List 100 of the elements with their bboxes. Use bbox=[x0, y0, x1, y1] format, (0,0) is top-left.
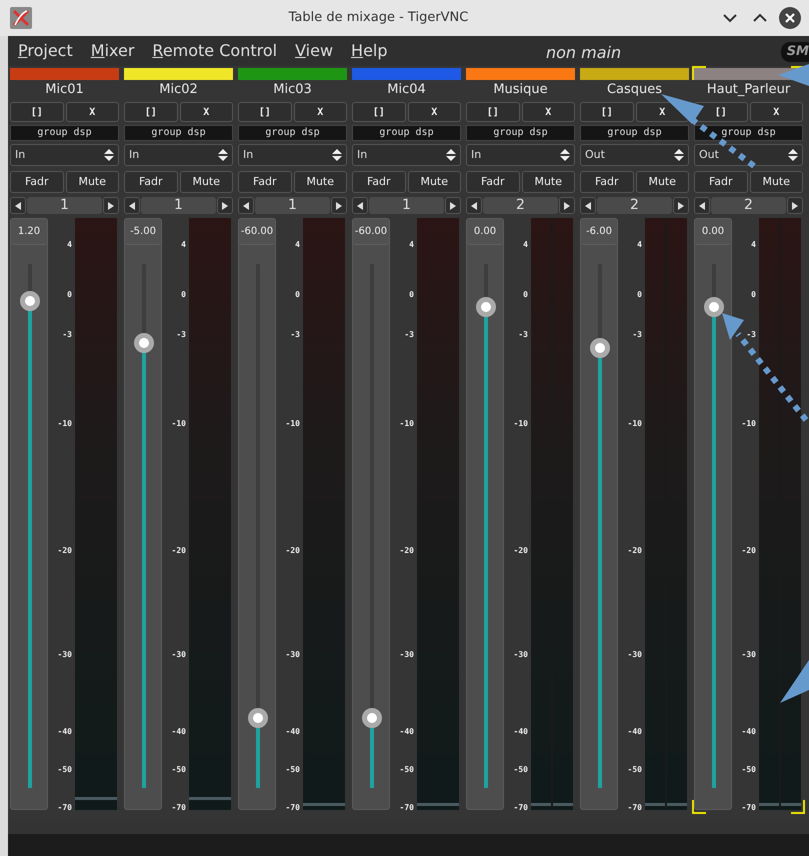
group-label: group dsp bbox=[10, 125, 119, 141]
fader[interactable]: -6.00 bbox=[580, 218, 618, 810]
fader[interactable]: -60.00 bbox=[238, 218, 276, 810]
strip-button[interactable]: [] bbox=[694, 102, 748, 122]
page-value[interactable]: 1 bbox=[27, 197, 102, 214]
strip-name: Mic04 bbox=[386, 81, 427, 99]
fader-knob[interactable] bbox=[704, 296, 724, 317]
page-value[interactable]: 2 bbox=[483, 197, 558, 214]
fader[interactable]: 0.00 bbox=[466, 218, 504, 810]
logo: SM bbox=[780, 42, 809, 62]
fader-knob[interactable] bbox=[134, 332, 154, 353]
strip-button[interactable]: X bbox=[294, 102, 347, 122]
strip-button[interactable]: [] bbox=[466, 102, 520, 122]
menu-item[interactable]: Help bbox=[351, 39, 388, 63]
next-button[interactable] bbox=[103, 197, 119, 214]
fader[interactable]: -5.00 bbox=[124, 218, 162, 810]
previous-button[interactable] bbox=[352, 197, 368, 214]
scale-label: 4 bbox=[181, 239, 186, 251]
mode-select[interactable]: In bbox=[352, 144, 461, 166]
page-value[interactable]: 1 bbox=[255, 197, 330, 214]
strip-button[interactable]: Mute bbox=[180, 171, 233, 193]
fader-knob[interactable] bbox=[248, 708, 268, 728]
strip-button[interactable]: Mute bbox=[408, 171, 461, 193]
previous-button[interactable] bbox=[10, 197, 26, 214]
fader-knob[interactable] bbox=[476, 296, 496, 317]
menu-item[interactable]: Mixer bbox=[90, 39, 134, 63]
next-button[interactable] bbox=[331, 197, 347, 214]
previous-button[interactable] bbox=[466, 197, 482, 214]
strip-button[interactable]: X bbox=[180, 102, 233, 122]
next-button[interactable] bbox=[445, 197, 461, 214]
window-title: Table de mixage - TigerVNC bbox=[288, 9, 470, 28]
mode-select[interactable]: In bbox=[238, 144, 347, 166]
strip-button[interactable]: Fadr bbox=[10, 171, 64, 193]
menu-item[interactable]: View bbox=[295, 39, 334, 63]
mode-select[interactable]: Out bbox=[694, 144, 803, 166]
mode-select[interactable]: In bbox=[124, 144, 233, 166]
fader[interactable]: 0.00 bbox=[694, 218, 732, 810]
previous-button[interactable] bbox=[694, 197, 710, 214]
mode-select[interactable]: Out bbox=[580, 144, 689, 166]
page-value[interactable]: 2 bbox=[597, 197, 672, 214]
scale-label: -3 bbox=[404, 329, 414, 341]
next-button[interactable] bbox=[217, 197, 233, 214]
close-icon[interactable] bbox=[779, 7, 801, 29]
scale-label: -3 bbox=[746, 329, 756, 341]
next-button[interactable] bbox=[559, 197, 575, 214]
previous-button[interactable] bbox=[124, 197, 140, 214]
scale-label: -50 bbox=[58, 764, 72, 776]
strip-button[interactable]: [] bbox=[580, 102, 634, 122]
scale-label: -10 bbox=[172, 418, 186, 430]
mode-select[interactable]: In bbox=[10, 144, 119, 166]
previous-button[interactable] bbox=[238, 197, 254, 214]
menu-item[interactable]: Project bbox=[18, 39, 73, 63]
strip-button[interactable]: [] bbox=[10, 102, 64, 122]
next-button[interactable] bbox=[673, 197, 689, 214]
page-value[interactable]: 2 bbox=[711, 197, 786, 214]
strip-button[interactable]: X bbox=[750, 102, 803, 122]
right-arrow-icon bbox=[792, 202, 798, 210]
strip-button[interactable]: X bbox=[408, 102, 461, 122]
page-value[interactable]: 1 bbox=[369, 197, 444, 214]
fader[interactable]: -60.00 bbox=[352, 218, 390, 810]
group-label: group dsp bbox=[124, 125, 233, 141]
strip-button[interactable]: [] bbox=[352, 102, 406, 122]
strip-button[interactable]: Fadr bbox=[352, 171, 406, 193]
fader-knob[interactable] bbox=[590, 338, 610, 358]
strip-button[interactable]: Mute bbox=[66, 171, 119, 193]
page-value[interactable]: 1 bbox=[141, 197, 216, 214]
scale-label: -50 bbox=[514, 764, 528, 776]
scale-label: -70 bbox=[58, 802, 72, 814]
next-button[interactable] bbox=[787, 197, 803, 214]
strip-button[interactable]: Mute bbox=[636, 171, 689, 193]
previous-button[interactable] bbox=[580, 197, 596, 214]
strip-button[interactable]: Fadr bbox=[466, 171, 520, 193]
right-arrow-icon bbox=[108, 202, 114, 210]
group-label: group dsp bbox=[238, 125, 347, 141]
scale-label: -20 bbox=[400, 545, 414, 557]
strip-button[interactable]: Fadr bbox=[124, 171, 178, 193]
fader[interactable]: 1.20 bbox=[10, 218, 48, 810]
mode-select[interactable]: In bbox=[466, 144, 575, 166]
gain-value: 1.20 bbox=[11, 219, 47, 245]
strip-button[interactable]: Mute bbox=[294, 171, 347, 193]
scale-label: 4 bbox=[295, 239, 300, 251]
fader-knob[interactable] bbox=[20, 290, 40, 311]
menu-item[interactable]: Remote Control bbox=[152, 39, 278, 63]
strip-button[interactable]: Mute bbox=[522, 171, 575, 193]
fader-knob[interactable] bbox=[362, 708, 382, 728]
scale-label: -20 bbox=[58, 545, 72, 557]
scale-label: -10 bbox=[628, 418, 642, 430]
strip-button[interactable]: Mute bbox=[750, 171, 803, 193]
scale-label: -50 bbox=[628, 764, 642, 776]
strip-button[interactable]: Fadr bbox=[694, 171, 748, 193]
strip-button[interactable]: X bbox=[66, 102, 119, 122]
strip-button[interactable]: X bbox=[522, 102, 575, 122]
strip-button[interactable]: Fadr bbox=[580, 171, 634, 193]
scale-label: -30 bbox=[514, 649, 528, 661]
scale-label: -20 bbox=[172, 545, 186, 557]
left-arrow-icon bbox=[15, 202, 21, 210]
scale-label: -40 bbox=[628, 726, 642, 738]
strip-button[interactable]: [] bbox=[238, 102, 292, 122]
strip-button[interactable]: Fadr bbox=[238, 171, 292, 193]
strip-button[interactable]: [] bbox=[124, 102, 178, 122]
